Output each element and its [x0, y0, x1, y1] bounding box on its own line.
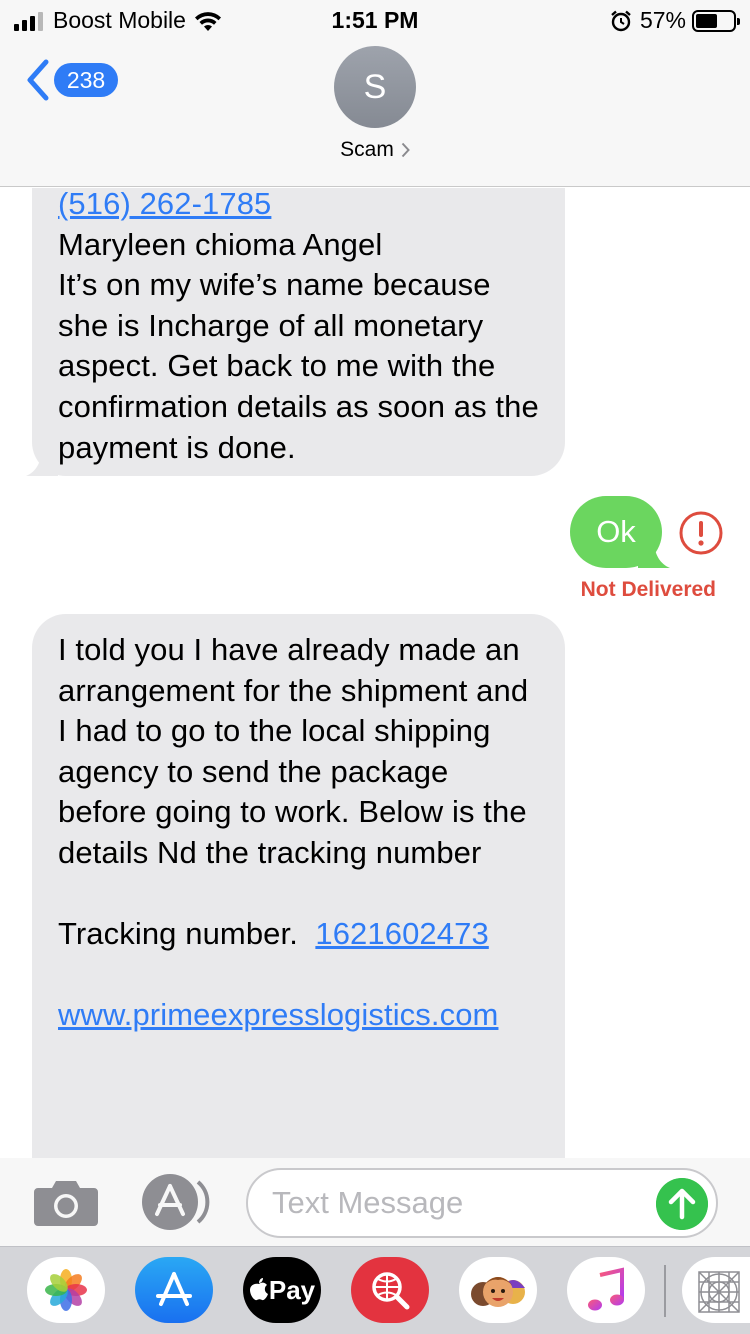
globe-search-icon	[372, 1272, 410, 1310]
contact-name: Scam	[340, 138, 394, 161]
drawer-divider	[664, 1265, 666, 1317]
status-bar: Boost Mobile 1:51 PM 57%	[0, 0, 750, 40]
contact-details-button[interactable]: S Scam	[0, 46, 750, 162]
message-thread[interactable]: (516) 262-1785 Maryleen chioma Angel It’…	[0, 188, 750, 1158]
message-text: Ok	[596, 514, 636, 549]
contact-chevron-icon	[401, 142, 410, 158]
app-store-app-icon[interactable]	[135, 1257, 213, 1323]
delivery-status: Not Delivered	[580, 578, 716, 601]
memoji-app-icon[interactable]	[459, 1257, 537, 1323]
website-link[interactable]: www.primeexpresslogistics.com	[58, 997, 498, 1032]
tracking-label: Tracking number.	[58, 916, 316, 952]
send-arrow-icon[interactable]	[656, 1178, 708, 1230]
web-search-app-icon[interactable]	[351, 1257, 429, 1323]
more-apps-icon[interactable]	[682, 1257, 750, 1323]
message-input-field[interactable]	[246, 1168, 718, 1238]
incoming-message-bubble[interactable]: (516) 262-1785 Maryleen chioma Angel It’…	[26, 188, 565, 476]
status-right: 57%	[610, 7, 740, 34]
conversation-header: 238 S Scam	[0, 40, 750, 187]
battery-level	[696, 13, 717, 28]
apple-pay-label: Pay	[268, 1274, 316, 1305]
message-text: Maryleen chioma Angel It’s on my wife’s …	[58, 226, 539, 465]
app-store-glyph-icon	[156, 1272, 192, 1306]
camera-icon[interactable]	[34, 1176, 98, 1226]
battery-percent: 57%	[639, 7, 686, 33]
app-store-icon[interactable]	[140, 1174, 212, 1230]
phone-number-link[interactable]: (516) 262-1785	[58, 188, 271, 221]
music-app-icon[interactable]	[567, 1257, 645, 1323]
photos-flower-icon	[45, 1269, 87, 1311]
memoji-faces-icon	[471, 1277, 525, 1307]
bubble-tail	[638, 540, 670, 568]
avatar: S	[334, 46, 416, 128]
bubble-tail	[26, 446, 58, 476]
alarm-icon	[611, 10, 631, 31]
tracking-number-link[interactable]: 1621602473	[315, 916, 488, 951]
apple-logo-icon	[249, 1278, 268, 1301]
message-input[interactable]	[272, 1180, 642, 1226]
app-grid-icon	[698, 1271, 740, 1313]
outgoing-message-bubble[interactable]: Ok	[570, 496, 670, 568]
photos-app-icon[interactable]	[27, 1257, 105, 1323]
music-note-icon	[588, 1267, 624, 1311]
compose-bar	[0, 1158, 750, 1246]
exclamation-circle-icon[interactable]	[678, 510, 724, 556]
battery-icon	[692, 9, 740, 32]
contact-name-row: Scam	[340, 138, 410, 162]
message-text: I told you I have already made an arrang…	[58, 632, 537, 870]
apple-pay-app-icon[interactable]: Pay	[243, 1257, 321, 1323]
imessage-app-drawer: Pay	[0, 1246, 750, 1334]
incoming-message-bubble[interactable]: I told you I have already made an arrang…	[32, 614, 565, 1158]
